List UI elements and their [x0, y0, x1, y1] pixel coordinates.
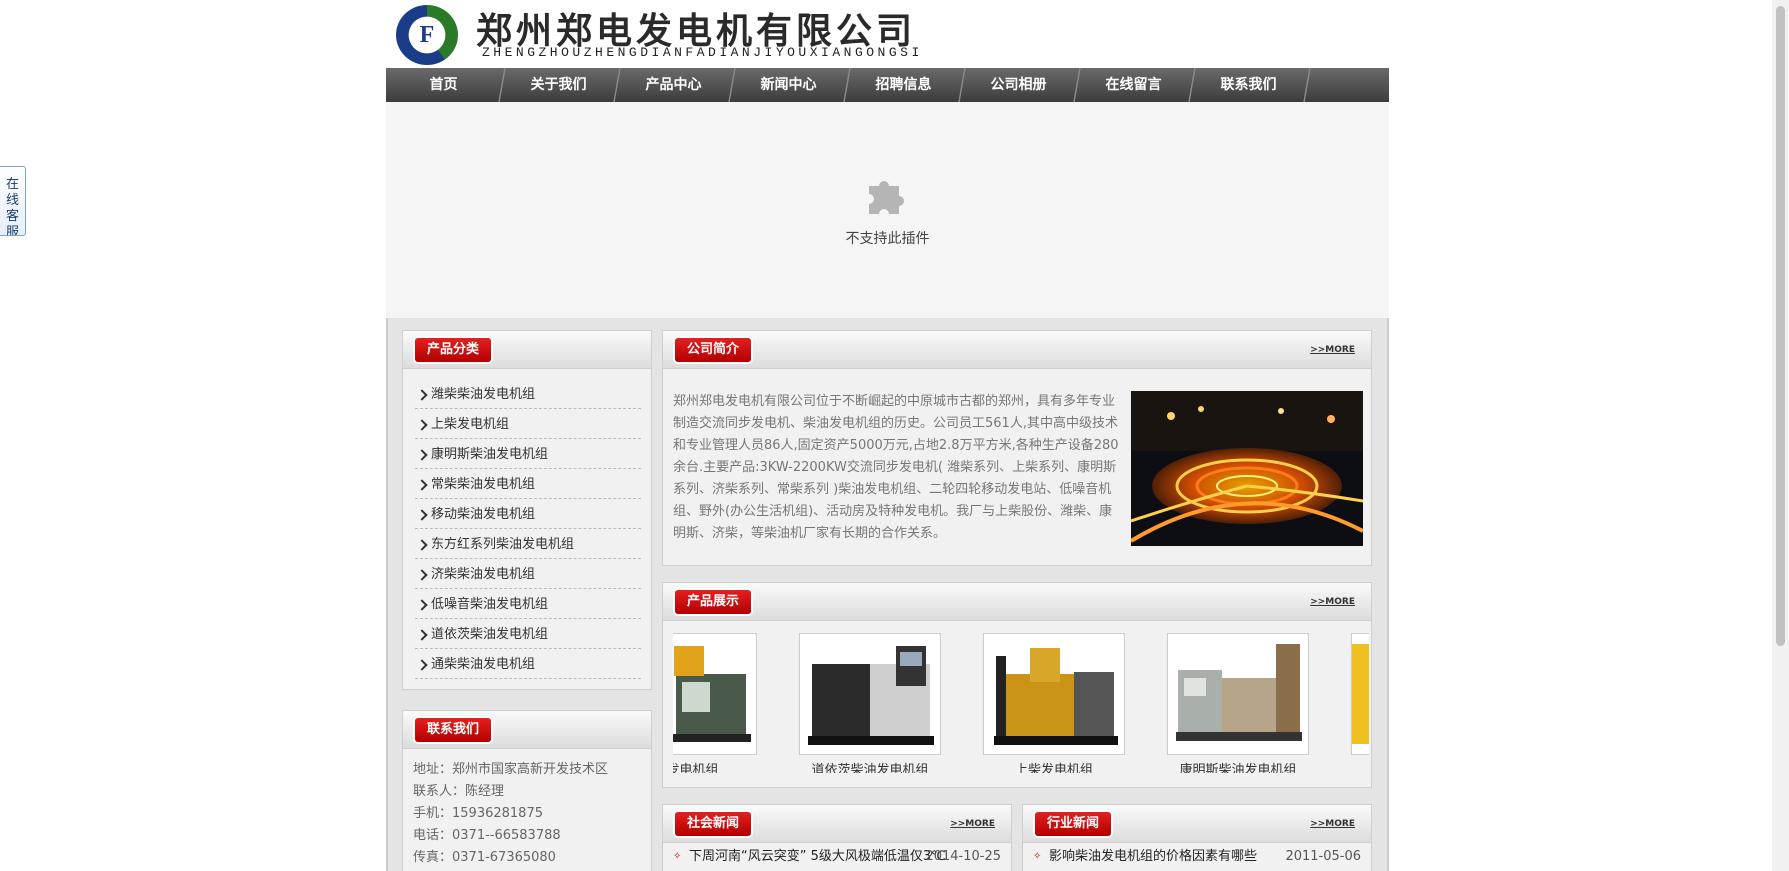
plugin-message: 不支持此插件 — [845, 231, 930, 247]
site-header: F 郑州郑电发电机有限公司 ZHENGZHOUZHENGDIANFADIANJI… — [386, 0, 1389, 68]
nav-home[interactable]: 首页 — [386, 68, 507, 102]
page: 在线客服 F 郑州郑电发电机有限公司 ZHENGZHOUZHENGDIANFAD… — [0, 0, 1789, 871]
plugin-puzzle-icon — [869, 181, 904, 214]
product-caption[interactable]: 道依茨柴油发电机组 — [799, 759, 941, 773]
category-item[interactable]: 移动柴油发电机组 — [415, 499, 641, 529]
news-item[interactable]: 下周河南“风云突变” 5级大风极端低温仅3℃ 2014-10-25 — [671, 845, 1001, 869]
category-item[interactable]: 低噪音柴油发电机组 — [415, 589, 641, 619]
industry-news-header: 行业新闻 >>MORE — [1023, 805, 1371, 843]
contact-phone: 电话：0371--66583788 — [413, 828, 561, 843]
product-card[interactable]: 油发电机组 — [673, 633, 757, 773]
product-card[interactable]: 道依茨柴油发电机组 — [799, 633, 941, 773]
nav-album[interactable]: 公司相册 — [961, 68, 1082, 102]
contact-mobile: 手机：15936281875 — [413, 806, 543, 821]
social-news-list: 下周河南“风云突变” 5级大风极端低温仅3℃ 2014-10-25 — [663, 843, 1011, 869]
social-news-box: 社会新闻 >>MORE 下周河南“风云突变” 5级大风极端低温仅3℃ 2014-… — [662, 804, 1012, 871]
online-service-tab[interactable]: 在线客服 — [0, 166, 26, 236]
content-area: 产品分类 潍柴柴油发电机组 上柴发电机组 康明斯柴油发电机组 常柴柴油发电机组 … — [386, 318, 1389, 871]
products-box: 产品展示 >>MORE 油发电机组 道依茨柴油发电机组 — [662, 582, 1372, 788]
news-title[interactable]: 下周河南“风云突变” 5级大风极端低温仅3℃ — [689, 849, 946, 864]
category-item[interactable]: 东方红系列柴油发电机组 — [415, 529, 641, 559]
product-caption[interactable]: 康明斯柴油发电机组 — [1167, 759, 1309, 773]
banner-plugin-area: 不支持此插件 — [386, 102, 1389, 318]
contact-address: 地址：郑州市国家高新开发技术区 — [413, 762, 609, 777]
logo-letter: F — [419, 21, 435, 48]
nav-guestbook[interactable]: 在线留言 — [1076, 68, 1197, 102]
product-image[interactable] — [799, 633, 941, 755]
company-logo[interactable]: F — [396, 5, 458, 65]
product-image[interactable] — [983, 633, 1125, 755]
intro-box-header: 公司简介 >>MORE — [663, 331, 1371, 369]
nav-contact[interactable]: 联系我们 — [1191, 68, 1312, 102]
product-image[interactable] — [1351, 633, 1369, 755]
news-date: 2014-10-25 — [925, 849, 1001, 864]
news-item[interactable]: 影响柴油发电机组的价格因素有哪些 2011-05-06 — [1031, 845, 1361, 869]
contact-person: 联系人：陈经理 — [413, 784, 505, 799]
category-item[interactable]: 康明斯柴油发电机组 — [415, 439, 641, 469]
nav-jobs[interactable]: 招聘信息 — [846, 68, 967, 102]
intro-text: 郑州郑电发电机有限公司位于不断崛起的中原城市古都的郑州，具有多年专业制造交流同步… — [673, 394, 1119, 541]
contact-title: 联系我们 — [415, 718, 492, 742]
category-box: 产品分类 潍柴柴油发电机组 上柴发电机组 康明斯柴油发电机组 常柴柴油发电机组 … — [402, 330, 652, 690]
company-pinyin: ZHENGZHOUZHENGDIANFADIANJIYOUXIANGONGSI — [482, 45, 923, 60]
social-news-more-link[interactable]: >>MORE — [950, 819, 995, 829]
industry-news-title: 行业新闻 — [1035, 812, 1112, 836]
news-date: 2011-05-06 — [1285, 849, 1361, 864]
category-item[interactable]: 通柴柴油发电机组 — [415, 649, 641, 679]
contact-fax: 传真：0371-67365080 — [413, 850, 556, 865]
products-box-header: 产品展示 >>MORE — [663, 583, 1371, 621]
product-image[interactable] — [673, 633, 757, 755]
category-title: 产品分类 — [415, 338, 492, 362]
category-box-header: 产品分类 — [403, 331, 651, 369]
category-list: 潍柴柴油发电机组 上柴发电机组 康明斯柴油发电机组 常柴柴油发电机组 移动柴油发… — [403, 369, 651, 679]
products-carousel: 油发电机组 道依茨柴油发电机组 上柴发电机组 — [673, 633, 1369, 773]
product-caption[interactable]: 油发电机组 — [673, 759, 757, 773]
intro-night-bridge-image — [1131, 391, 1363, 546]
products-more-link[interactable]: >>MORE — [1310, 597, 1355, 607]
intro-more-link[interactable]: >>MORE — [1310, 345, 1355, 355]
page-scrollbar[interactable] — [1772, 0, 1789, 871]
news-title[interactable]: 影响柴油发电机组的价格因素有哪些 — [1049, 849, 1257, 864]
nav-about[interactable]: 关于我们 — [501, 68, 622, 102]
product-caption[interactable]: 行 — [1351, 759, 1369, 773]
product-card[interactable]: 上柴发电机组 — [983, 633, 1125, 773]
contact-box: 联系我们 地址：郑州市国家高新开发技术区 联系人：陈经理 手机：15936281… — [402, 710, 652, 871]
products-title: 产品展示 — [675, 590, 752, 614]
product-card[interactable]: 行 — [1351, 633, 1369, 773]
main-nav: 首页 关于我们 产品中心 新闻中心 招聘信息 公司相册 在线留言 联系我们 — [386, 68, 1389, 102]
nav-products[interactable]: 产品中心 — [616, 68, 737, 102]
scrollbar-thumb[interactable] — [1776, 6, 1785, 646]
category-item[interactable]: 上柴发电机组 — [415, 409, 641, 439]
contact-details: 地址：郑州市国家高新开发技术区 联系人：陈经理 手机：15936281875 电… — [403, 749, 651, 869]
product-card[interactable]: 康明斯柴油发电机组 — [1167, 633, 1309, 773]
product-caption[interactable]: 上柴发电机组 — [983, 759, 1125, 773]
social-news-title: 社会新闻 — [675, 812, 752, 836]
industry-news-box: 行业新闻 >>MORE 影响柴油发电机组的价格因素有哪些 2011-05-06 — [1022, 804, 1372, 871]
contact-box-header: 联系我们 — [403, 711, 651, 749]
industry-news-list: 影响柴油发电机组的价格因素有哪些 2011-05-06 — [1023, 843, 1371, 869]
nav-news[interactable]: 新闻中心 — [731, 68, 852, 102]
social-news-header: 社会新闻 >>MORE — [663, 805, 1011, 843]
industry-news-more-link[interactable]: >>MORE — [1310, 819, 1355, 829]
category-item[interactable]: 济柴柴油发电机组 — [415, 559, 641, 589]
intro-box: 公司简介 >>MORE 郑州郑电发电机有限公司位于不断崛起的中原城市古都的郑州，… — [662, 330, 1372, 566]
product-image[interactable] — [1167, 633, 1309, 755]
category-item[interactable]: 常柴柴油发电机组 — [415, 469, 641, 499]
main-wrapper: F 郑州郑电发电机有限公司 ZHENGZHOUZHENGDIANFADIANJI… — [386, 0, 1389, 871]
category-item[interactable]: 道依茨柴油发电机组 — [415, 619, 641, 649]
category-item[interactable]: 潍柴柴油发电机组 — [415, 379, 641, 409]
intro-title: 公司简介 — [675, 338, 752, 362]
